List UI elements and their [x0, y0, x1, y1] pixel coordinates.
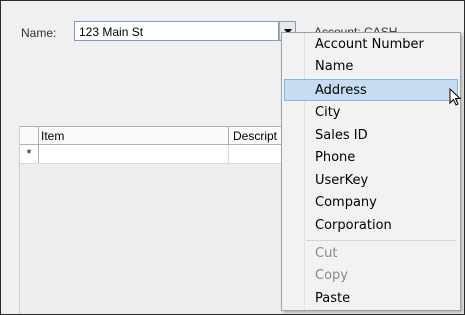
menu-item-label: Account Number: [315, 37, 424, 52]
menu-item-label: UserKey: [315, 173, 369, 188]
menu-item-label: Corporation: [315, 218, 392, 233]
new-row-marker-icon: *: [20, 145, 39, 163]
cell-divider: [228, 145, 229, 163]
table-row-new[interactable]: *: [20, 145, 310, 164]
name-label: Name:: [21, 26, 57, 40]
menu-separator: [306, 240, 456, 241]
context-menu: Account Number Name Address City Sales I…: [281, 32, 461, 311]
menu-item-label: Name: [315, 59, 354, 74]
name-field[interactable]: 123 Main St: [74, 21, 279, 41]
menu-item-corporation[interactable]: Corporation: [284, 215, 458, 237]
menu-item-account-number[interactable]: Account Number: [284, 34, 458, 56]
menu-item-label: Copy: [315, 268, 348, 283]
column-header-item[interactable]: Item: [41, 129, 64, 143]
menu-item-label: Cut: [315, 246, 338, 261]
menu-item-name[interactable]: Name: [284, 56, 458, 78]
menu-item-label: Paste: [315, 291, 351, 306]
menu-item-label: City: [315, 105, 341, 120]
column-header-description[interactable]: Descript: [233, 129, 277, 143]
menu-item-label: Phone: [315, 150, 356, 165]
menu-item-label: Sales ID: [315, 128, 368, 143]
column-divider[interactable]: [228, 127, 229, 145]
menu-item-city[interactable]: City: [284, 102, 458, 124]
menu-item-paste[interactable]: Paste: [284, 288, 458, 310]
menu-item-label: Company: [315, 195, 377, 210]
menu-item-cut[interactable]: Cut: [284, 243, 458, 265]
menu-item-sales-id[interactable]: Sales ID: [284, 125, 458, 147]
mouse-pointer-icon: [449, 88, 461, 106]
window-frame: Name: 123 Main St Account: CASH Item Des…: [0, 0, 465, 315]
menu-item-userkey[interactable]: UserKey: [284, 170, 458, 192]
menu-item-address[interactable]: Address: [284, 79, 458, 101]
menu-item-label: Address: [315, 83, 367, 98]
menu-item-company[interactable]: Company: [284, 192, 458, 214]
grid-header-corner: [20, 127, 39, 145]
menu-item-phone[interactable]: Phone: [284, 147, 458, 169]
item-grid[interactable]: Item Descript *: [19, 126, 310, 314]
menu-item-copy[interactable]: Copy: [284, 265, 458, 287]
grid-header: Item Descript: [20, 126, 310, 145]
